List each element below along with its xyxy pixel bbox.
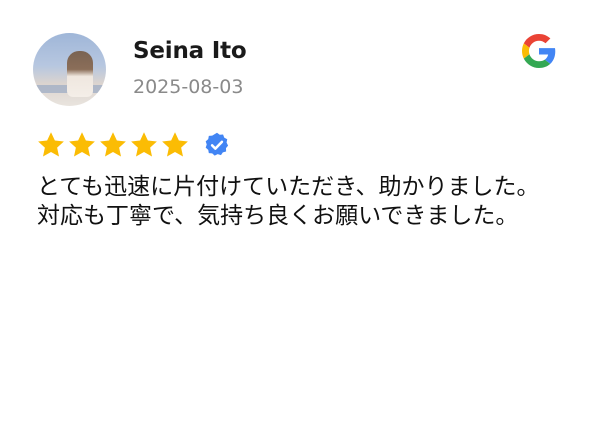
reviewer-name: Seina Ito bbox=[133, 38, 247, 64]
star-icon bbox=[162, 132, 188, 157]
review-date: 2025-08-03 bbox=[133, 76, 244, 98]
review-card: Seina Ito 2025-08-03 とても迅速に片付けていただき、助かりま… bbox=[0, 0, 589, 442]
avatar-figure bbox=[67, 51, 93, 97]
review-text: とても迅速に片付けていただき、助かりました。 対応も丁寧で、気持ち良くお願いでき… bbox=[37, 173, 547, 231]
verified-badge-icon bbox=[205, 132, 229, 156]
star-rating bbox=[36, 130, 231, 160]
reviewer-avatar bbox=[33, 33, 106, 106]
star-icon bbox=[100, 132, 126, 157]
review-text-line: とても迅速に片付けていただき、助かりました。 bbox=[37, 174, 540, 200]
review-text-line: 対応も丁寧で、気持ち良くお願いできました。 bbox=[37, 203, 519, 229]
star-icon bbox=[131, 132, 157, 157]
google-g-logo-icon bbox=[522, 34, 556, 68]
star-icon bbox=[38, 132, 64, 157]
star-icon bbox=[69, 132, 95, 157]
